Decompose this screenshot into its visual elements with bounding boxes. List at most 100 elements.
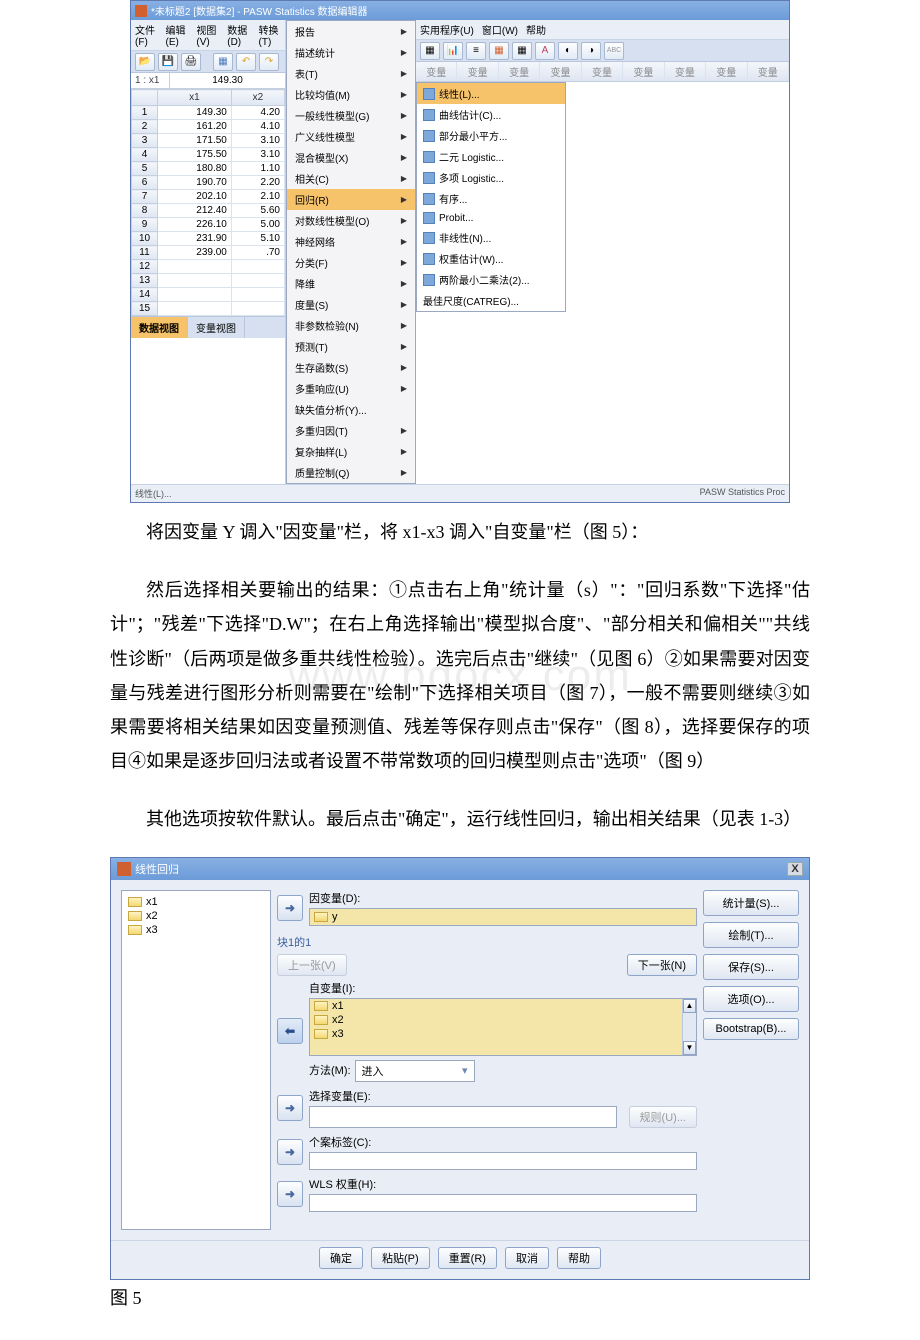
print-icon[interactable]: 🖨 bbox=[181, 53, 201, 71]
close-button[interactable]: X bbox=[787, 862, 803, 876]
chart-icon bbox=[423, 88, 435, 100]
cell-value[interactable]: 149.30 bbox=[169, 73, 285, 88]
table-row: 12 bbox=[132, 260, 285, 274]
toolbar-icon[interactable]: ≡ bbox=[466, 42, 486, 60]
tab-data-view[interactable]: 数据视图 bbox=[131, 317, 188, 338]
bootstrap-button[interactable]: Bootstrap(B)... bbox=[703, 1018, 799, 1040]
scroll-down-button[interactable]: ▼ bbox=[683, 1041, 696, 1055]
scale-icon bbox=[314, 1001, 328, 1011]
menu-help[interactable]: 帮助 bbox=[526, 22, 546, 37]
toolbar-right: ▦ 📊 ≡ ▦ ▦ A ◐ ◑ ABC bbox=[416, 40, 789, 62]
empty-grid-area bbox=[566, 82, 789, 312]
save-button[interactable]: 保存(S)... bbox=[703, 954, 799, 980]
submenu-item: 多项 Logistic... bbox=[417, 167, 565, 188]
menu-item: 一般线性模型(G)▶ bbox=[287, 105, 415, 126]
menu-item: 广义线性模型▶ bbox=[287, 126, 415, 147]
scrollbar[interactable]: ▲ ▼ bbox=[682, 999, 696, 1055]
toolbar-icon[interactable]: A bbox=[535, 42, 555, 60]
submenu-linear: 线性(L)... bbox=[417, 83, 565, 104]
menu-edit[interactable]: 编辑(E) bbox=[166, 22, 189, 48]
reset-button[interactable]: 重置(R) bbox=[438, 1247, 497, 1269]
plots-button[interactable]: 绘制(T)... bbox=[703, 922, 799, 948]
rule-button[interactable]: 规则(U)... bbox=[629, 1106, 697, 1128]
data-grid[interactable]: x1 x2 1149.304.20 2161.204.10 3171.503.1… bbox=[131, 89, 285, 316]
case-label-field[interactable] bbox=[309, 1152, 697, 1170]
menu-view[interactable]: 视图(V) bbox=[196, 22, 219, 48]
menu-item: 质量控制(Q)▶ bbox=[287, 462, 415, 483]
toolbar-icon[interactable]: ◑ bbox=[581, 42, 601, 60]
next-block-button[interactable]: 下一张(N) bbox=[627, 954, 697, 976]
move-to-independent-button[interactable]: ⬅ bbox=[277, 1018, 303, 1044]
toolbar-icon[interactable]: ▦ bbox=[420, 42, 440, 60]
wls-field[interactable] bbox=[309, 1194, 697, 1212]
toolbar-icon[interactable]: 📊 bbox=[443, 42, 463, 60]
analyze-menu[interactable]: 报告▶ 描述统计▶ 表(T)▶ 比较均值(M)▶ 一般线性模型(G)▶ 广义线性… bbox=[286, 20, 416, 484]
move-to-selection-button[interactable]: ➜ bbox=[277, 1095, 303, 1121]
redo-icon[interactable]: ↷ bbox=[259, 53, 279, 71]
move-to-caselabel-button[interactable]: ➜ bbox=[277, 1139, 303, 1165]
paste-button[interactable]: 粘贴(P) bbox=[371, 1247, 430, 1269]
ok-button[interactable]: 确定 bbox=[319, 1247, 363, 1269]
menu-utilities[interactable]: 实用程序(U) bbox=[420, 22, 474, 37]
scroll-up-button[interactable]: ▲ bbox=[683, 999, 696, 1013]
menu-item: 缺失值分析(Y)... bbox=[287, 399, 415, 420]
statistics-button[interactable]: 统计量(S)... bbox=[703, 890, 799, 916]
regression-submenu[interactable]: 线性(L)... 曲线估计(C)... 部分最小平方... 二元 Logisti… bbox=[416, 82, 566, 312]
move-to-dependent-button[interactable]: ➜ bbox=[277, 895, 303, 921]
menu-file[interactable]: 文件(F) bbox=[135, 22, 158, 48]
table-row: 3171.503.10 bbox=[132, 134, 285, 148]
table-row: 14 bbox=[132, 288, 285, 302]
list-item: x2 bbox=[126, 909, 266, 923]
menu-item: 多重响应(U)▶ bbox=[287, 378, 415, 399]
table-row: 11239.00.70 bbox=[132, 246, 285, 260]
submenu-item: Probit... bbox=[417, 209, 565, 227]
menu-item-regression: 回归(R)▶ bbox=[287, 189, 415, 210]
source-variable-list[interactable]: x1 x2 x3 bbox=[121, 890, 271, 1230]
cancel-button[interactable]: 取消 bbox=[505, 1247, 549, 1269]
wls-label: WLS 权重(H): bbox=[309, 1176, 697, 1192]
chart-icon bbox=[423, 274, 435, 286]
window-title: *未标题2 [数据集2] - PASW Statistics 数据编辑器 bbox=[151, 3, 368, 18]
menu-item: 降维▶ bbox=[287, 273, 415, 294]
menu-window[interactable]: 窗口(W) bbox=[482, 22, 518, 37]
open-icon[interactable]: 📂 bbox=[135, 53, 155, 71]
menu-transform[interactable]: 转换(T) bbox=[259, 22, 282, 48]
dialog-footer: 确定 粘贴(P) 重置(R) 取消 帮助 bbox=[111, 1240, 809, 1279]
submenu-item: 部分最小平方... bbox=[417, 125, 565, 146]
chart-icon bbox=[423, 253, 435, 265]
selection-var-field[interactable] bbox=[309, 1106, 617, 1128]
table-row: 6190.702.20 bbox=[132, 176, 285, 190]
menu-item: 度量(S)▶ bbox=[287, 294, 415, 315]
undo-icon[interactable]: ↶ bbox=[236, 53, 256, 71]
dialog-title: 线性回归 bbox=[135, 861, 179, 877]
paragraph-3: 其他选项按软件默认。最后点击"确定"，运行线性回归，输出相关结果（见表 1-3） bbox=[110, 802, 810, 836]
paragraph-1: 将因变量 Y 调入"因变量"栏，将 x1-x3 调入"自变量"栏（图 5）： bbox=[110, 515, 810, 549]
toolbar-abc-icon[interactable]: ABC bbox=[604, 42, 624, 60]
figure-caption: 图 5 bbox=[0, 1280, 920, 1340]
col-header-x1[interactable]: x1 bbox=[158, 90, 232, 106]
independent-list[interactable]: x1 x2 x3 ▲ ▼ bbox=[309, 998, 697, 1056]
save-icon[interactable]: 💾 bbox=[158, 53, 178, 71]
data-icon[interactable]: ▦ bbox=[213, 53, 233, 71]
menubar-right[interactable]: 实用程序(U) 窗口(W) 帮助 bbox=[416, 20, 789, 40]
prev-block-button[interactable]: 上一张(V) bbox=[277, 954, 347, 976]
paragraph-2: 然后选择相关要输出的结果：①点击右上角"统计量（s）"："回归系数"下选择"估计… bbox=[110, 573, 810, 778]
table-row: 13 bbox=[132, 274, 285, 288]
tab-variable-view[interactable]: 变量视图 bbox=[188, 317, 245, 338]
chart-icon bbox=[423, 232, 435, 244]
scale-icon bbox=[314, 912, 328, 922]
menubar-left[interactable]: 文件(F) 编辑(E) 视图(V) 数据(D) 转换(T) bbox=[131, 20, 285, 51]
toolbar-icon[interactable]: ◐ bbox=[558, 42, 578, 60]
options-button[interactable]: 选项(O)... bbox=[703, 986, 799, 1012]
menu-item: 比较均值(M)▶ bbox=[287, 84, 415, 105]
dependent-field[interactable]: y bbox=[309, 908, 697, 926]
menu-data[interactable]: 数据(D) bbox=[227, 22, 250, 48]
col-header-x2[interactable]: x2 bbox=[231, 90, 284, 106]
chart-icon bbox=[423, 109, 435, 121]
method-combobox[interactable]: 进入 ▾ bbox=[355, 1060, 475, 1082]
help-button[interactable]: 帮助 bbox=[557, 1247, 601, 1269]
move-to-wls-button[interactable]: ➜ bbox=[277, 1181, 303, 1207]
toolbar-icon[interactable]: ▦ bbox=[489, 42, 509, 60]
chevron-down-icon: ▾ bbox=[462, 1064, 468, 1077]
toolbar-icon[interactable]: ▦ bbox=[512, 42, 532, 60]
